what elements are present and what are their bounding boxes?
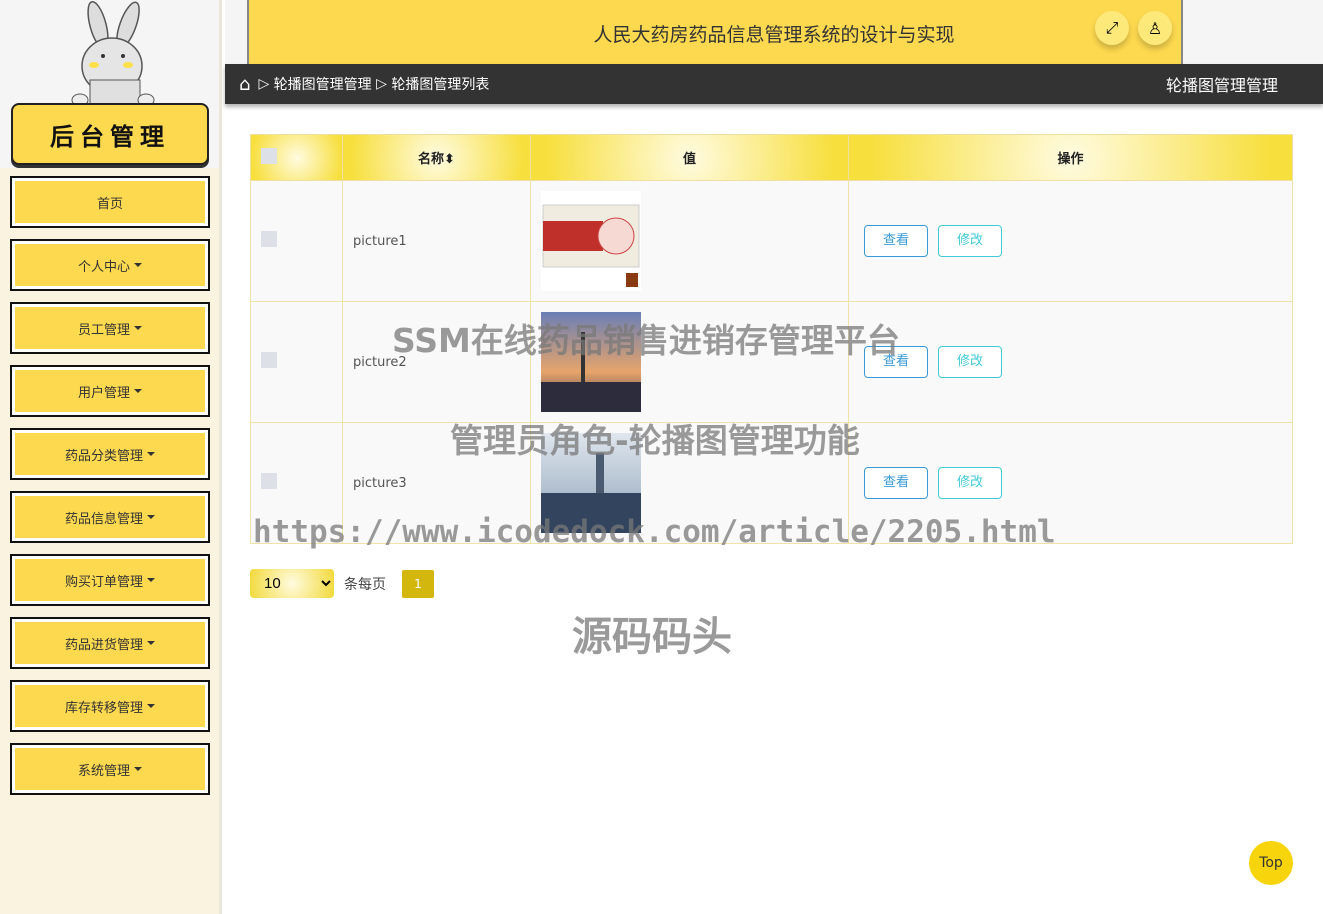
cell-value [530,422,849,544]
caret-down-icon [134,326,142,330]
sidebar-item[interactable]: 员工管理 [10,302,210,354]
select-all-checkbox[interactable] [261,147,277,164]
breadcrumb-item[interactable]: 轮播图管理管理 [274,74,372,94]
caret-down-icon [147,452,155,456]
rabbit-mascot-icon [71,0,155,108]
sidebar-header: 后台管理 [0,0,219,168]
sidebar-item-inner: 药品信息管理 [15,496,205,538]
breadcrumb-separator: ▷ [258,76,274,92]
back-to-top-button[interactable]: Top [1249,841,1293,885]
sidebar-item-label: 首页 [96,196,123,212]
sidebar-menu: 首页个人中心员工管理用户管理药品分类管理 药品信息管理 购买订单管理 药品进货管理 库存… [10,176,210,806]
carousel-image[interactable] [541,191,848,291]
sidebar-item-label: 员工管理 [77,322,130,338]
logo: 后台管理 [11,103,209,165]
sidebar-item-inner: 药品进货管理 [15,622,205,664]
caret-down-icon [147,641,155,645]
sidebar-item[interactable]: 用户管理 [10,365,210,417]
sidebar-item-label: 购买订单管理 [64,574,143,590]
view-button[interactable]: 查看 [864,467,928,499]
cell-actions: 查看 修改 [848,422,1293,544]
view-button[interactable]: 查看 [864,346,928,378]
carousel-table: 名称⬍ 值 操作 picture1 查看 修改 picture2 查看 修改 picture… [250,134,1293,544]
page-1-button[interactable]: 1 [402,569,434,598]
edit-button[interactable]: 修改 [938,225,1002,257]
table-row: picture2 查看 修改 [250,301,1293,423]
column-header-value: 值 [530,134,849,181]
sidebar-item[interactable]: 购买订单管理 [10,554,210,606]
top-header: 人民大药房药品信息管理系统的设计与实现 ⤢ ♙ [225,0,1323,64]
sidebar-item[interactable]: 系统管理 [10,743,210,795]
caret-down-icon [134,767,142,771]
home-icon[interactable]: ⌂ [239,74,250,95]
sidebar-item-inner: 首页 [15,181,205,223]
sidebar-item[interactable]: 药品信息管理 [10,491,210,543]
view-button[interactable]: 查看 [864,225,928,257]
sidebar-item-inner: 药品分类管理 [15,433,205,475]
row-checkbox[interactable] [261,231,277,247]
sidebar-item-label: 药品信息管理 [64,511,143,527]
table-row: picture3 查看 修改 [250,422,1293,544]
cell-name: picture2 [342,301,531,423]
sidebar-item-label: 药品进货管理 [64,637,143,653]
watermark: 源码码头 [572,614,732,660]
cell-value [530,180,849,302]
fullscreen-button[interactable]: ⤢ [1095,11,1129,45]
user-button[interactable]: ♙ [1138,11,1172,45]
column-header-actions: 操作 [848,134,1293,181]
edit-button[interactable]: 修改 [938,467,1002,499]
row-checkbox[interactable] [261,473,277,489]
caret-down-icon [147,515,155,519]
sidebar-item-label: 用户管理 [77,385,130,401]
row-checkbox[interactable] [261,352,277,368]
sidebar: 后台管理 首页个人中心员工管理用户管理药品分类管理 药品信息管理 购买订单管理 药品进… [0,0,222,914]
per-page-label: 条每页 [344,576,386,593]
breadcrumb: ⌂ ▷ 轮播图管理管理 ▷ 轮播图管理列表 轮播图管理管理 [225,64,1323,104]
sidebar-item-label: 个人中心 [77,259,130,275]
sidebar-item[interactable]: 个人中心 [10,239,210,291]
column-header-name[interactable]: 名称⬍ [342,134,531,181]
carousel-image[interactable] [541,312,848,412]
sidebar-item-label: 药品分类管理 [64,448,143,464]
cell-actions: 查看 修改 [848,180,1293,302]
caret-down-icon [147,704,155,708]
sidebar-item-inner: 用户管理 [15,370,205,412]
carousel-image[interactable] [541,433,848,533]
cell-name: picture1 [342,180,531,302]
page-section-title: 轮播图管理管理 [1165,76,1278,95]
sidebar-item[interactable]: 药品进货管理 [10,617,210,669]
caret-down-icon [134,389,142,393]
sidebar-item-label: 系统管理 [77,763,130,779]
breadcrumb-separator: ▷ [371,76,392,92]
sidebar-item[interactable]: 药品分类管理 [10,428,210,480]
sidebar-item-inner: 购买订单管理 [15,559,205,601]
table-row: picture1 查看 修改 [250,180,1293,302]
sidebar-item-inner: 系统管理 [15,748,205,790]
sidebar-item-inner: 员工管理 [15,307,205,349]
sidebar-item-inner: 库存转移管理 [15,685,205,727]
sidebar-item[interactable]: 首页 [10,176,210,228]
cell-value [530,301,849,423]
fullscreen-icon: ⤢ [1105,18,1119,37]
caret-down-icon [147,578,155,582]
sidebar-item[interactable]: 库存转移管理 [10,680,210,732]
cell-name: picture3 [342,422,531,544]
pagination: 10 条每页 1 [250,569,434,598]
breadcrumb-item: 轮播图管理列表 [391,77,490,93]
sidebar-item-label: 库存转移管理 [64,700,143,716]
edit-button[interactable]: 修改 [938,346,1002,378]
sidebar-item-inner: 个人中心 [15,244,205,286]
page-size-select[interactable]: 10 [250,569,334,598]
caret-down-icon [134,263,142,267]
cell-actions: 查看 修改 [848,301,1293,423]
user-icon: ♙ [1147,18,1163,38]
